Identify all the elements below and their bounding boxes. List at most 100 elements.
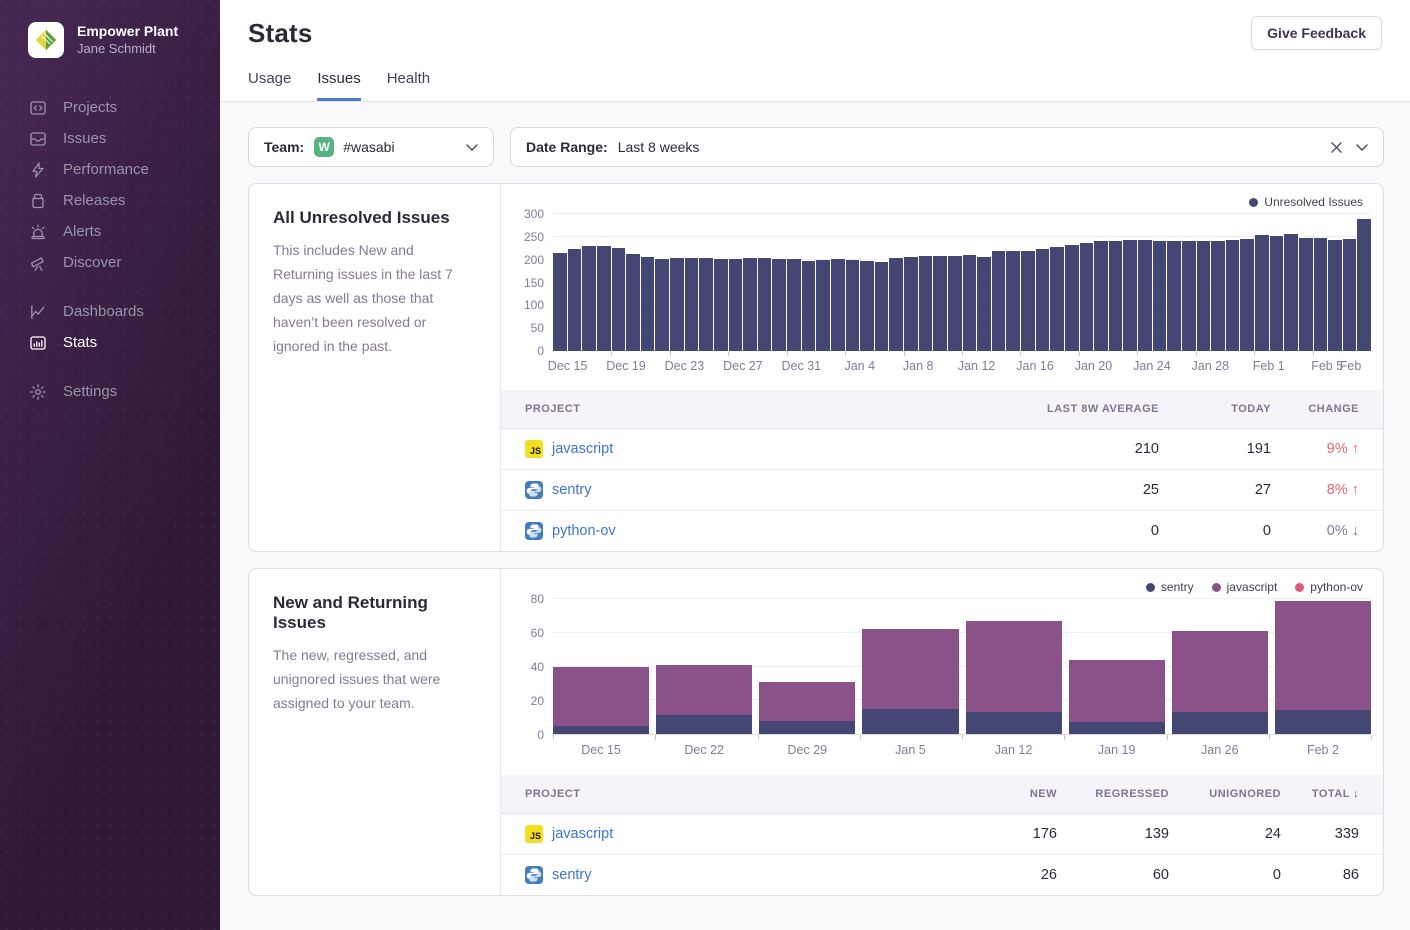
sidebar-item-settings[interactable]: Settings [28,376,220,407]
sidebar-item-performance[interactable]: Performance [28,154,220,185]
x-tick-label: Feb 5 [1311,359,1343,373]
bar [641,257,655,351]
unresolved-chart-y-axis: 050100150200250300 [513,214,553,351]
clear-icon[interactable] [1331,142,1342,153]
bar-segment-sentry [656,715,752,734]
x-tick-label: Jan 12 [966,735,1062,763]
value-cell: 27 [1159,470,1271,511]
y-tick-label: 200 [524,254,544,266]
bar [1240,239,1254,351]
column-header-last-8w-average[interactable]: LAST 8W AVERAGE [969,390,1159,429]
date-range-selector[interactable]: Date Range: Last 8 weeks [510,127,1384,167]
bar [655,259,669,351]
sidebar-item-label: Dashboards [63,303,144,320]
project-link[interactable]: sentry [552,482,592,498]
give-feedback-button[interactable]: Give Feedback [1251,16,1382,50]
column-header-today[interactable]: TODAY [1159,390,1271,429]
project-link[interactable]: javascript [552,826,613,842]
content: Team: W #wasabi Date Range: Last 8 weeks [220,102,1410,930]
project-link[interactable]: python-ov [552,523,616,539]
column-header-project[interactable]: PROJECT [501,775,937,814]
bar [758,258,772,351]
bar [1226,240,1240,351]
x-tick-mark [1167,735,1168,740]
bar [626,254,640,351]
value-cell: 0 [1159,511,1271,552]
page-header: Stats Give Feedback UsageIssuesHealth [220,0,1410,102]
filter-bar: Team: W #wasabi Date Range: Last 8 weeks [248,127,1384,167]
table-row: sentry2660086 [501,855,1383,896]
column-header-regressed[interactable]: REGRESSED [1057,775,1169,814]
sidebar-item-releases[interactable]: Releases [28,185,220,216]
x-tick-mark [1137,351,1138,356]
bar [1167,241,1181,351]
project-link[interactable]: sentry [552,867,592,883]
change-cell: 0% ↓ [1271,511,1383,552]
sidebar-nav-tertiary: Settings [28,376,220,407]
x-tick-label: Dec 29 [759,735,855,763]
x-tick-mark [860,735,861,740]
bar [772,259,786,351]
x-tick-mark [1371,735,1372,740]
sidebar-item-label: Discover [63,254,121,271]
sidebar-item-stats[interactable]: Stats [28,327,220,358]
sidebar-item-label: Issues [63,130,106,147]
column-header-project[interactable]: PROJECT [501,390,969,429]
tab-health[interactable]: Health [387,70,430,101]
sidebar-item-issues[interactable]: Issues [28,123,220,154]
column-header-change[interactable]: CHANGE [1271,390,1383,429]
bar-segment-sentry [862,709,958,734]
tab-issues[interactable]: Issues [317,70,360,101]
js-project-icon: JS [525,825,543,843]
bar [1255,235,1269,351]
stats-icon [28,333,47,352]
table-row: sentry25278% ↑ [501,470,1383,511]
bar [1343,239,1357,351]
bar-segment-javascript [553,667,649,726]
team-selector[interactable]: Team: W #wasabi [248,127,494,167]
sidebar-item-projects[interactable]: Projects [28,92,220,123]
projects-icon [28,98,47,117]
project-cell: JSjavascript [501,429,969,470]
bar-segment-sentry [759,721,855,735]
project-cell: sentry [501,855,937,896]
bar [977,257,991,351]
value-cell: 26 [937,855,1057,896]
sidebar-item-label: Performance [63,161,149,178]
bar [1094,241,1108,351]
column-header-unignored[interactable]: UNIGNORED [1169,775,1281,814]
legend-item-python-ov[interactable]: python-ov [1295,580,1363,594]
new-returning-chart-x-axis: Dec 15Dec 22Dec 29Jan 5Jan 12Jan 19Jan 2… [553,735,1371,763]
sidebar-item-discover[interactable]: Discover [28,247,220,278]
legend-item-unresolved-issues[interactable]: Unresolved Issues [1249,195,1363,209]
x-tick-label: Jan 4 [844,359,875,373]
sort-descending-icon: ↓ [1353,788,1359,800]
legend-item-sentry[interactable]: sentry [1146,580,1194,594]
date-range-label: Date Range: [526,139,608,155]
bar-segment-javascript [656,665,752,716]
value-cell: 25 [969,470,1159,511]
x-tick-mark [1064,735,1065,740]
issues-icon [28,129,47,148]
sidebar: Empower Plant Jane Schmidt Projects Issue… [0,0,220,930]
value-cell: 339 [1281,814,1383,855]
org-switcher[interactable]: Empower Plant Jane Schmidt [28,22,220,58]
column-header-total[interactable]: TOTAL↓ [1281,775,1383,814]
value-cell: 139 [1057,814,1169,855]
table-row: JSjavascript2101919% ↑ [501,429,1383,470]
bar-segment-sentry [553,726,649,734]
new-returning-chart-y-axis: 020406080 [513,599,553,735]
legend-item-javascript[interactable]: javascript [1212,580,1278,594]
bar [919,256,933,351]
x-tick-label: Jan 16 [1016,359,1054,373]
x-tick-mark [1313,351,1314,356]
x-tick-mark [728,351,729,356]
tab-usage[interactable]: Usage [248,70,291,101]
table-row: JSjavascript17613924339 [501,814,1383,855]
column-header-new[interactable]: NEW [937,775,1057,814]
legend-dot-icon [1249,198,1258,207]
sidebar-item-dashboards[interactable]: Dashboards [28,296,220,327]
new-returning-panel-description: The new, regressed, and unignored issues… [273,643,476,715]
project-link[interactable]: javascript [552,441,613,457]
sidebar-item-alerts[interactable]: Alerts [28,216,220,247]
